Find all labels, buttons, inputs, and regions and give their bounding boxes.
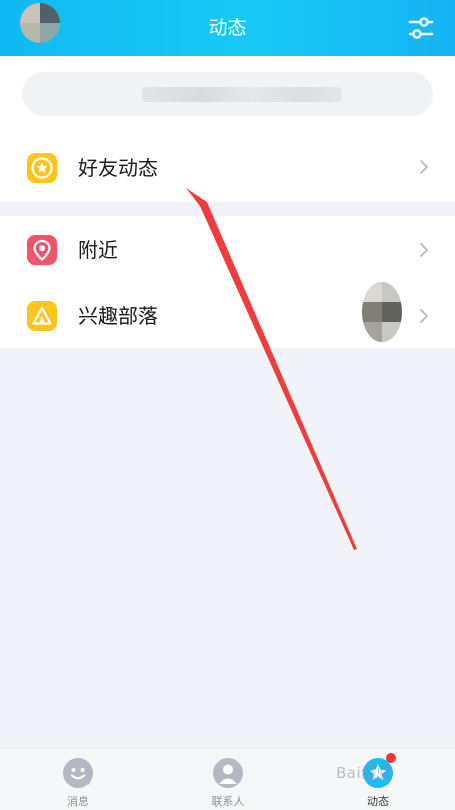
feed-screen: 动态 好友动态 附近 兴趣部落 消息 联系人 动态 Bai经验: [0, 0, 455, 810]
menu-item-label: 兴趣部落: [78, 304, 158, 328]
bottom-tab-bar: 消息 联系人 动态: [0, 748, 455, 810]
menu-item-label: 附近: [78, 238, 118, 262]
person-icon: [213, 758, 243, 788]
menu-item-nearby[interactable]: 附近: [0, 218, 455, 284]
notification-badge: [386, 753, 396, 763]
tab-messages[interactable]: 消息: [38, 749, 118, 810]
menu-item-label: 好友动态: [78, 156, 158, 180]
chevron-right-icon: [420, 243, 428, 257]
chevron-right-icon: [420, 309, 428, 323]
search-placeholder-blurred: [142, 87, 342, 102]
page-title: 动态: [208, 17, 247, 39]
tab-label: 消息: [67, 795, 89, 808]
search-area: [0, 56, 455, 132]
tab-label: 联系人: [211, 795, 245, 808]
filter-button[interactable]: [407, 14, 435, 42]
search-input[interactable]: [22, 72, 433, 116]
tab-feed[interactable]: 动态: [338, 749, 418, 810]
blurred-thumbnail: [362, 282, 402, 342]
chat-smile-icon: [63, 758, 93, 788]
star-icon: [27, 153, 57, 183]
friends-feed-group: 好友动态: [0, 132, 455, 202]
menu-item-friends-feed[interactable]: 好友动态: [0, 134, 455, 200]
sliders-icon: [408, 17, 434, 39]
tent-icon: [27, 301, 57, 331]
location-pin-icon: [27, 235, 57, 265]
tab-contacts[interactable]: 联系人: [188, 749, 268, 810]
chevron-right-icon: [420, 160, 428, 174]
tab-label: 动态: [367, 795, 389, 808]
header-bar: 动态: [0, 0, 455, 56]
